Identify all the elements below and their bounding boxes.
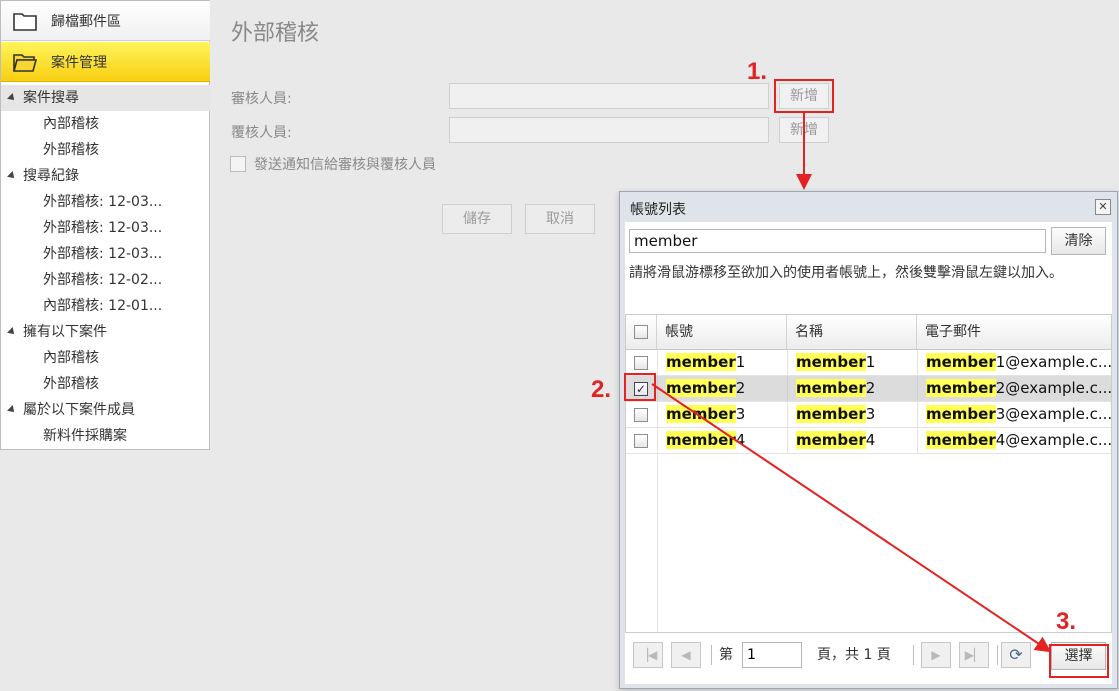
- annotation-arrows: [651, 113, 1052, 653]
- arrow-checkbox-to-select: [651, 383, 1052, 653]
